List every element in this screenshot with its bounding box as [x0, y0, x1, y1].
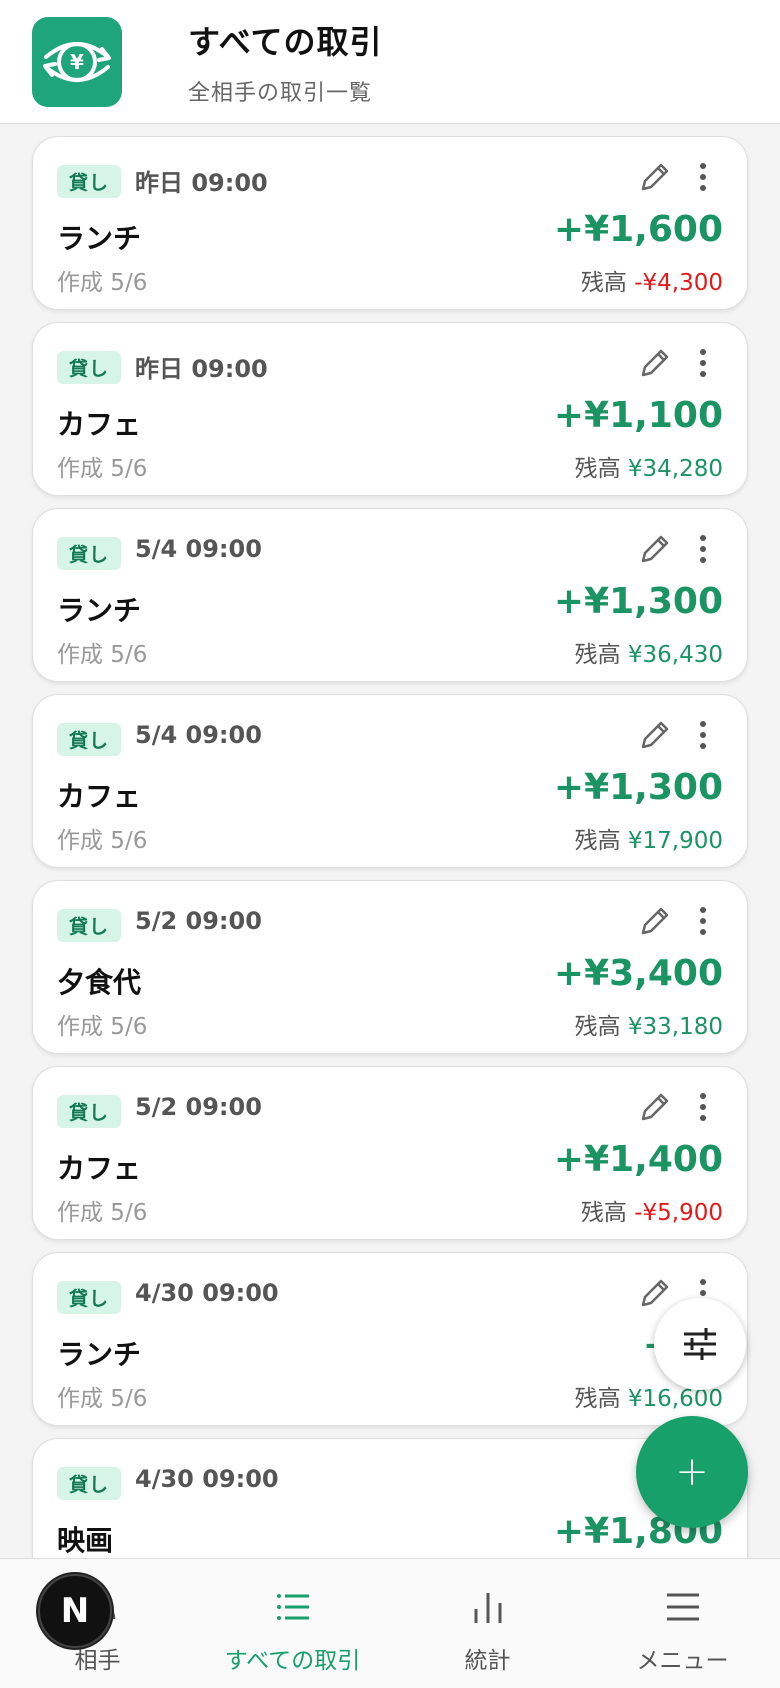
balance: 残高 ¥36,430 — [575, 635, 723, 669]
balance: 残高 ¥33,180 — [575, 1007, 723, 1041]
transaction-card[interactable]: 貸し 5/4 09:00 ランチ +¥1,300 作成 5/6 残高 ¥36,430 — [32, 508, 748, 682]
transaction-title: カフェ — [57, 408, 142, 441]
yen-exchange-icon: ¥ — [43, 41, 111, 82]
created-date: 作成 5/6 — [57, 828, 148, 854]
more-options-icon[interactable] — [695, 159, 711, 195]
nav-label-menu: メニュー — [636, 1648, 729, 1674]
edit-icon[interactable] — [637, 1275, 673, 1311]
balance-label: 残高 — [574, 1014, 621, 1040]
transaction-date: 昨日 09:00 — [135, 169, 268, 197]
edit-icon[interactable] — [637, 903, 673, 939]
type-badge: 貸し — [57, 351, 122, 384]
balance-label: 残高 — [574, 1386, 621, 1412]
transaction-title: 映画 — [57, 1524, 114, 1557]
more-options-icon[interactable] — [695, 531, 711, 567]
page-title: すべての取引 — [188, 22, 383, 61]
type-badge: 貸し — [57, 723, 122, 756]
transaction-amount: +¥1,300 — [553, 767, 723, 808]
filter-button[interactable] — [654, 1298, 746, 1390]
nav-item-stats[interactable]: 統計 — [390, 1559, 585, 1688]
type-badge: 貸し — [57, 537, 122, 570]
edit-icon[interactable] — [637, 1089, 673, 1125]
edit-icon[interactable] — [637, 531, 673, 567]
svg-text:¥: ¥ — [70, 50, 84, 74]
balance-value: ¥33,180 — [627, 1014, 723, 1040]
balance-value: ¥16,600 — [627, 1386, 723, 1412]
balance-value: ¥17,900 — [627, 828, 723, 854]
menu-icon — [666, 1593, 699, 1621]
edit-icon[interactable] — [637, 159, 673, 195]
dev-overlay-badge[interactable]: N — [38, 1574, 112, 1648]
transaction-amount: +¥3,400 — [553, 953, 723, 994]
created-date: 作成 5/6 — [57, 456, 148, 482]
transaction-title: ランチ — [57, 1338, 142, 1371]
balance-value: -¥5,900 — [634, 1200, 723, 1226]
balance-label: 残高 — [574, 642, 621, 668]
edit-icon[interactable] — [637, 717, 673, 753]
balance: 残高 ¥34,280 — [575, 449, 723, 483]
transaction-amount: +¥1,400 — [553, 1139, 723, 1180]
created-date: 作成 5/6 — [57, 1386, 148, 1412]
transaction-card[interactable]: 貸し 昨日 09:00 カフェ +¥1,100 作成 5/6 残高 ¥34,280 — [32, 322, 748, 496]
transaction-title: 夕食代 — [57, 966, 142, 999]
transaction-card[interactable]: 貸し 5/2 09:00 夕食代 +¥3,400 作成 5/6 残高 ¥33,180 — [32, 880, 748, 1054]
nav-label-all-transactions: すべての取引 — [224, 1648, 361, 1674]
created-date: 作成 5/6 — [57, 270, 148, 296]
type-badge: 貸し — [57, 1281, 122, 1314]
created-date: 作成 5/6 — [57, 642, 148, 668]
balance-label: 残高 — [574, 828, 621, 854]
transaction-card[interactable]: 貸し 5/4 09:00 カフェ +¥1,300 作成 5/6 残高 ¥17,900 — [32, 694, 748, 868]
created-date: 作成 5/6 — [57, 1200, 148, 1226]
balance: 残高 -¥4,300 — [581, 263, 723, 297]
page-header: ¥ すべての取引 全相手の取引一覧 — [0, 0, 780, 124]
type-badge: 貸し — [57, 165, 122, 198]
chart-icon — [474, 1593, 501, 1623]
transaction-date: 4/30 09:00 — [135, 1465, 279, 1493]
type-badge: 貸し — [57, 1095, 122, 1128]
balance: 残高 -¥5,900 — [581, 1193, 723, 1227]
more-options-icon[interactable] — [695, 1089, 711, 1125]
transaction-date: 5/4 09:00 — [135, 535, 262, 563]
page-subtitle: 全相手の取引一覧 — [188, 80, 373, 106]
transaction-date: 5/2 09:00 — [135, 1093, 262, 1121]
transaction-title: カフェ — [57, 780, 142, 813]
transaction-date: 5/4 09:00 — [135, 721, 262, 749]
transaction-title: ランチ — [57, 222, 142, 255]
balance-label: 残高 — [580, 270, 627, 296]
transaction-amount: +¥1,300 — [553, 581, 723, 622]
header-text: すべての取引 全相手の取引一覧 — [188, 17, 382, 107]
nav-item-all-transactions[interactable]: すべての取引 — [195, 1559, 390, 1688]
transaction-amount: +¥1,600 — [553, 209, 723, 250]
more-options-icon[interactable] — [695, 903, 711, 939]
type-badge: 貸し — [57, 1467, 122, 1500]
transaction-date: 5/2 09:00 — [135, 907, 262, 935]
transaction-title: カフェ — [57, 1152, 142, 1185]
nav-item-menu[interactable]: メニュー — [585, 1559, 780, 1688]
more-options-icon[interactable] — [695, 345, 711, 381]
transaction-card[interactable]: 貸し 昨日 09:00 ランチ +¥1,600 作成 5/6 残高 -¥4,300 — [32, 136, 748, 310]
sliders-icon — [684, 1328, 716, 1360]
transaction-card[interactable]: 貸し 5/2 09:00 カフェ +¥1,400 作成 5/6 残高 -¥5,900 — [32, 1066, 748, 1240]
app-root: ¥ すべての取引 全相手の取引一覧 貸し 昨日 09:00 ランチ +¥1,600 作成… — [0, 0, 780, 1688]
bottom-nav: 相手 すべての取引 統計 メニュー — [0, 1558, 780, 1688]
balance-value: ¥34,280 — [627, 456, 723, 482]
nav-label-stats: 統計 — [464, 1648, 511, 1674]
transaction-date: 4/30 09:00 — [135, 1279, 279, 1307]
list-icon — [276, 1594, 309, 1620]
more-options-icon[interactable] — [695, 717, 711, 753]
balance-label: 残高 — [574, 456, 621, 482]
balance-value: ¥36,430 — [627, 642, 723, 668]
balance-value: -¥4,300 — [634, 270, 723, 296]
app-logo: ¥ — [32, 16, 122, 107]
created-date: 作成 5/6 — [57, 1014, 148, 1040]
add-transaction-button[interactable]: + — [636, 1416, 748, 1528]
transaction-card[interactable]: 貸し4/30 09:00ランチ+¥2作成 5/6残高 ¥16,600 — [32, 1252, 748, 1426]
balance-label: 残高 — [580, 1200, 627, 1226]
balance: 残高 ¥17,900 — [575, 821, 723, 855]
transaction-date: 昨日 09:00 — [135, 355, 268, 383]
edit-icon[interactable] — [637, 345, 673, 381]
transaction-title: ランチ — [57, 594, 142, 627]
transaction-amount: +¥1,100 — [553, 395, 723, 436]
type-badge: 貸し — [57, 909, 122, 942]
